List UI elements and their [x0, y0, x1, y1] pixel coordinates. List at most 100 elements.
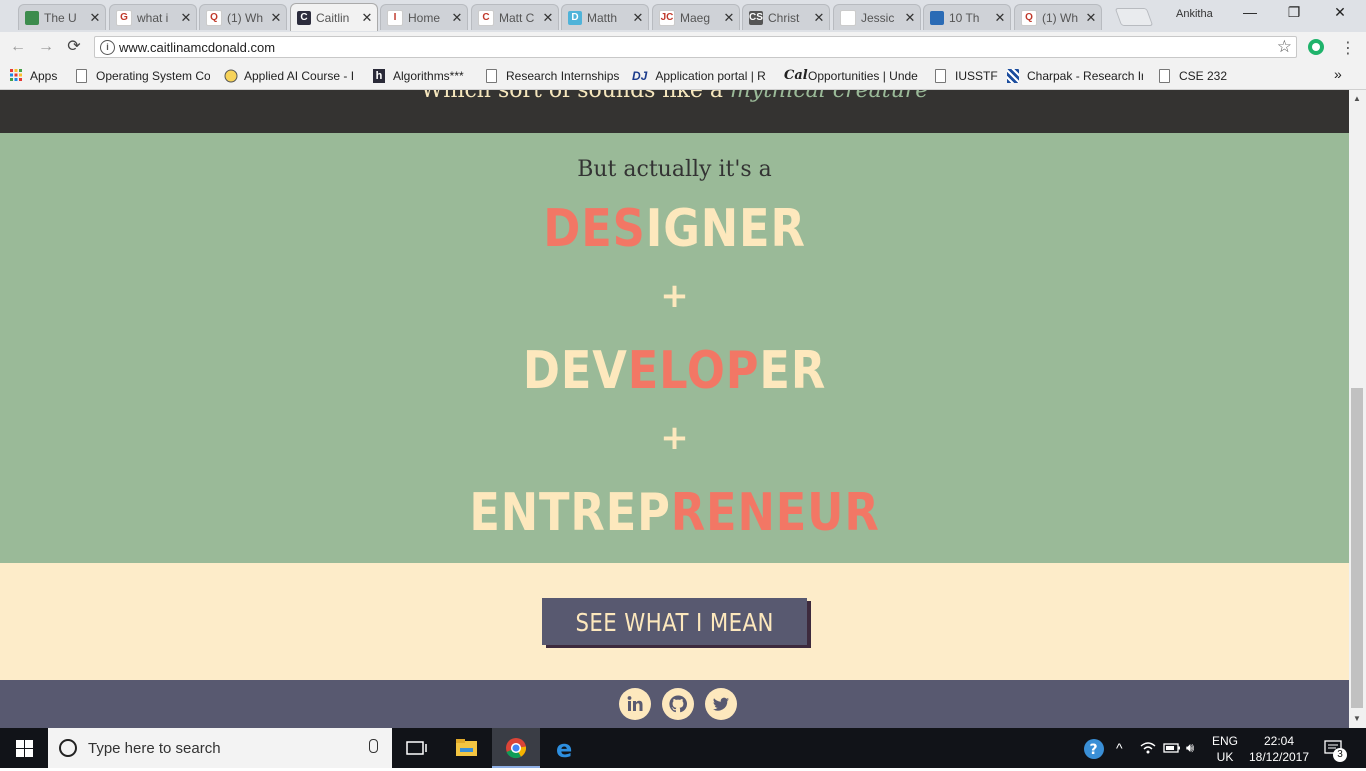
tab-close-icon[interactable]: ✕ — [1085, 10, 1097, 26]
tab-close-icon[interactable]: ✕ — [994, 10, 1006, 26]
footer-social — [0, 680, 1349, 728]
tab-favicon-icon: G — [116, 9, 132, 26]
linkedin-icon[interactable] — [619, 688, 651, 720]
cta-section: SEE WHAT I MEAN — [0, 563, 1349, 680]
tab-close-icon[interactable]: ✕ — [451, 10, 463, 26]
tab-close-icon[interactable]: ✕ — [723, 10, 735, 26]
tab-favicon-icon: JC — [659, 9, 675, 26]
language-indicator[interactable]: ENG UK — [1212, 733, 1238, 765]
tab-close-icon[interactable]: ✕ — [904, 10, 916, 26]
scrollbar-thumb[interactable] — [1351, 388, 1363, 708]
bookmark-label: Applied AI Course - I — [244, 69, 355, 83]
reload-button[interactable]: ⟳ — [64, 37, 84, 57]
bookmark-algorithms[interactable]: h Algorithms*** — [373, 69, 464, 83]
close-window-button[interactable]: ✕ — [1318, 4, 1362, 24]
bookmark-label: Opportunities | Unde — [808, 69, 918, 83]
extension-icon[interactable] — [1308, 39, 1324, 55]
bookmark-iusstf[interactable]: IUSSTF — [935, 69, 998, 83]
browser-tab[interactable]: The U ✕ — [18, 4, 106, 30]
windows-start-icon[interactable] — [16, 740, 33, 757]
bookmark-opportunities[interactable]: Cal Opportunities | Unde — [784, 69, 920, 84]
bookmark-application-portal[interactable]: DJ Application portal | R — [632, 69, 770, 83]
url-text[interactable]: www.caitlinamcdonald.com — [119, 40, 275, 55]
bookmark-label: IUSSTF — [955, 69, 998, 83]
bookmark-cse-232[interactable]: CSE 232 — [1159, 69, 1227, 83]
tab-favicon-icon: I — [387, 9, 403, 26]
github-icon[interactable] — [662, 688, 694, 720]
task-view-icon[interactable] — [392, 728, 440, 768]
bookmark-applied-ai[interactable]: Applied AI Course - I — [224, 69, 360, 83]
browser-tab[interactable]: Q (1) Wh ✕ — [1014, 4, 1102, 30]
scroll-up-icon[interactable]: ▲ — [1353, 94, 1361, 103]
charpak-icon — [1007, 69, 1019, 83]
tab-close-icon[interactable]: ✕ — [270, 10, 282, 26]
page-icon — [486, 69, 498, 83]
role-entrepreneur: ENTREPRENEUR — [469, 483, 880, 543]
page-scrollbar[interactable]: ▲ ▼ — [1349, 90, 1366, 728]
browser-tab[interactable]: CS Christ ✕ — [742, 4, 830, 30]
see-what-i-mean-button[interactable]: SEE WHAT I MEAN — [542, 598, 807, 645]
tab-title: The U — [44, 10, 77, 25]
forward-button[interactable]: → — [36, 37, 56, 57]
profile-name[interactable]: Ankitha — [1176, 8, 1213, 20]
notification-count-badge: 3 — [1333, 748, 1347, 762]
role-designer: DESIGNER — [543, 199, 806, 259]
browser-tab[interactable]: 10 Th ✕ — [923, 4, 1011, 30]
volume-icon[interactable]: 🔊︎ — [1186, 740, 1194, 756]
battery-icon[interactable] — [1163, 742, 1181, 757]
tray-expand-icon[interactable]: ^ — [1116, 740, 1123, 756]
browser-menu-icon[interactable]: ⋮ — [1340, 38, 1356, 58]
tab-favicon-icon — [930, 10, 944, 25]
page-icon — [1159, 69, 1171, 83]
twitter-icon[interactable] — [705, 688, 737, 720]
browser-tab[interactable]: Gwhat i ✕ — [109, 4, 197, 30]
address-bar[interactable]: i www.caitlinamcdonald.com ☆ — [94, 36, 1297, 58]
browser-tab[interactable]: I Home ✕ — [380, 4, 468, 30]
browser-tab[interactable]: C Caitlin ✕ — [290, 3, 378, 31]
chrome-taskbar-icon[interactable] — [492, 728, 540, 768]
clock-time: 22:04 — [1263, 734, 1295, 748]
tab-close-icon[interactable]: ✕ — [632, 10, 644, 26]
wifi-icon[interactable] — [1140, 741, 1156, 758]
restore-button[interactable]: ❐ — [1272, 4, 1316, 24]
tab-title: Caitlin — [316, 10, 350, 25]
tab-title: 10 Th — [949, 10, 980, 25]
role-developer: DEVELOPER — [522, 341, 827, 401]
tab-title: Matth — [587, 10, 618, 25]
mythical-creature-text: mythical creature — [730, 90, 929, 103]
microphone-icon[interactable] — [369, 739, 378, 753]
help-icon[interactable]: ? — [1082, 738, 1106, 763]
scroll-down-icon[interactable]: ▼ — [1353, 714, 1361, 723]
browser-tab[interactable]: Jessic ✕ — [833, 4, 921, 30]
browser-tab[interactable]: C Matt C ✕ — [471, 4, 559, 30]
tab-favicon-icon: CS — [749, 10, 763, 25]
minimize-button[interactable]: — — [1228, 4, 1272, 24]
tab-close-icon[interactable]: ✕ — [89, 10, 101, 26]
taskbar-search-box[interactable]: Type here to search — [48, 728, 392, 768]
bookmark-research-internships[interactable]: Research Internships — [486, 69, 619, 83]
tab-close-icon[interactable]: ✕ — [180, 10, 192, 26]
bookmarks-overflow-icon[interactable]: » — [1334, 66, 1342, 82]
bookmark-label: Apps — [30, 69, 58, 83]
tab-close-icon[interactable]: ✕ — [542, 10, 554, 26]
dj-icon: DJ — [632, 69, 648, 83]
tab-close-icon[interactable]: ✕ — [361, 10, 373, 26]
tab-close-icon[interactable]: ✕ — [813, 10, 825, 26]
file-explorer-icon[interactable] — [442, 728, 490, 768]
browser-tab[interactable]: Q (1) Wh ✕ — [199, 4, 287, 30]
bookmark-charpak[interactable]: Charpak - Research Ir — [1007, 69, 1143, 83]
bookmark-label: Charpak - Research Ir — [1027, 69, 1143, 83]
keyboard-region: UK — [1216, 750, 1234, 764]
new-tab-button[interactable] — [1114, 8, 1154, 26]
clock[interactable]: 22:04 18/12/2017 — [1248, 733, 1310, 765]
browser-tab[interactable]: D Matth ✕ — [561, 4, 649, 30]
bookmark-star-icon[interactable]: ☆ — [1277, 37, 1292, 57]
bookmark-apps[interactable]: Apps — [10, 69, 57, 83]
bookmark-operating-system[interactable]: Operating System Co — [76, 69, 210, 83]
page-icon — [935, 69, 947, 83]
back-button[interactable]: ← — [8, 37, 28, 57]
tab-favicon-icon — [840, 9, 856, 26]
site-info-icon[interactable]: i — [100, 40, 115, 55]
edge-icon[interactable]: e — [542, 728, 590, 768]
browser-tab[interactable]: JC Maeg ✕ — [652, 4, 740, 30]
